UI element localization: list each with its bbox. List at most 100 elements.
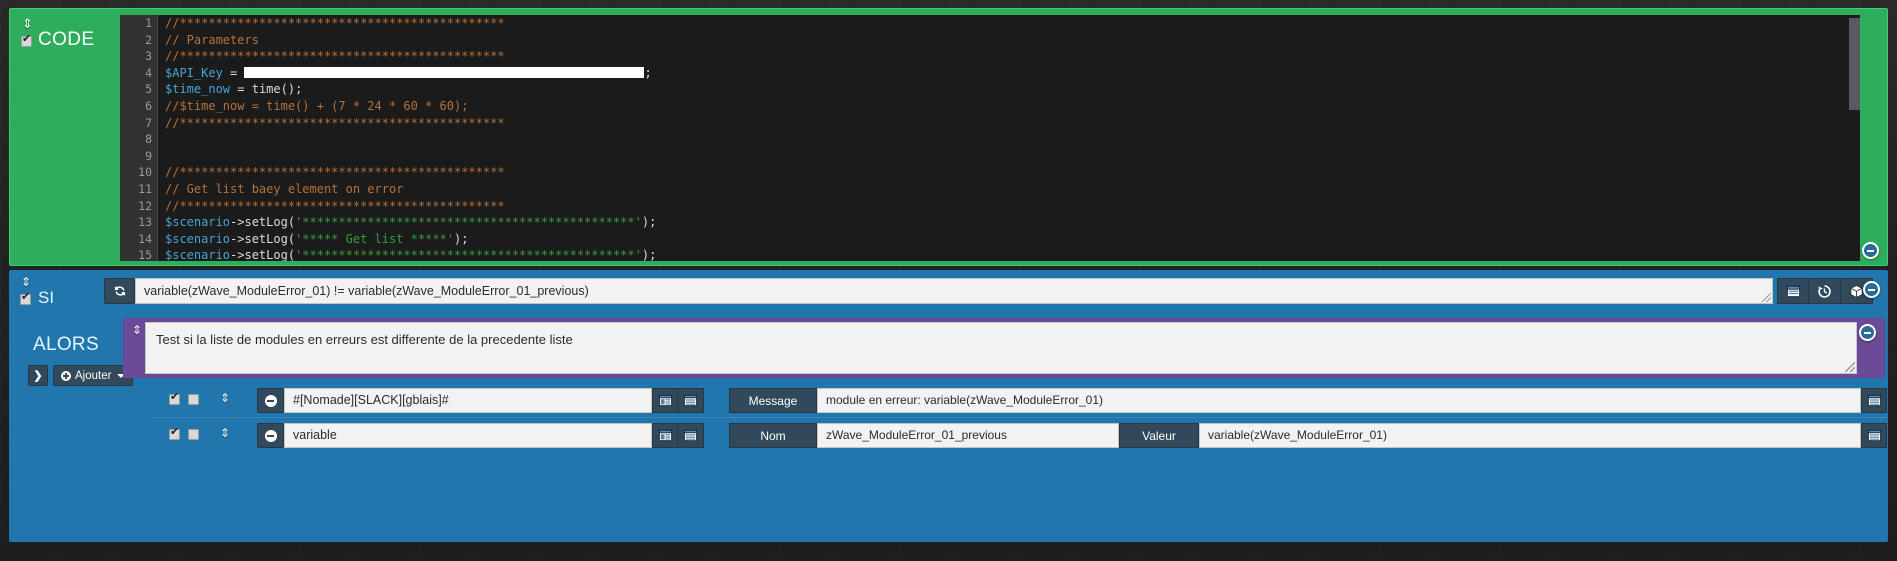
action-field-input[interactable]: module en erreur: variable(zWave_ModuleE… (817, 388, 1861, 413)
minus-circle-icon (264, 394, 277, 407)
window-panel-icon (1786, 285, 1800, 297)
vertical-resize-icon[interactable]: ⇕ (21, 276, 31, 288)
action-remove-button[interactable] (257, 388, 284, 413)
line-number: 1 (145, 16, 152, 30)
action-remove-button[interactable] (257, 423, 284, 448)
code-token: = (222, 65, 245, 80)
command-options-button[interactable] (652, 423, 678, 448)
code-editor[interactable]: 1 2 3 4 5 6 7 8 9 10 11 12 13 14 15 //****************… (120, 15, 1860, 261)
command-expression-button[interactable] (678, 423, 704, 448)
command-options-button[interactable] (652, 388, 678, 413)
action-option-checkbox[interactable] (188, 429, 199, 440)
code-line: // Parameters (165, 32, 1860, 49)
code-token: ->setLog( (230, 215, 296, 230)
action-enable-checkbox[interactable] (169, 426, 180, 440)
code-token: //**************************************… (165, 198, 505, 213)
action-command-input[interactable]: #[Nomade][SLACK][gblais]# (284, 388, 652, 413)
action-field-label[interactable]: Valeur (1119, 423, 1199, 448)
history-icon (1818, 284, 1831, 298)
alors-expand-button[interactable]: ❯ (28, 365, 48, 386)
window-panel-icon (683, 429, 698, 442)
code-line: //**************************************… (165, 48, 1860, 65)
history-button[interactable] (1809, 278, 1841, 304)
action-option-checkbox[interactable] (188, 394, 199, 405)
line-number: 15 (138, 248, 152, 261)
action-expression-button[interactable] (1861, 388, 1887, 413)
action-row: ⇕ variable NomzWave_ModuleError_01_previou… (153, 418, 1888, 453)
line-number: 14 (138, 231, 152, 246)
list-options-icon (658, 394, 672, 407)
code-block-remove-button[interactable] (1862, 242, 1879, 259)
code-token: //**************************************… (165, 115, 505, 130)
action-enable-checkbox[interactable] (169, 391, 180, 405)
alors-add-button[interactable]: Ajouter (53, 365, 134, 386)
si-condition-input[interactable]: variable(zWave_ModuleError_01) != variab… (135, 278, 1773, 304)
code-line: $time_now = time(); (165, 81, 1860, 98)
code-line: $API_Key = ; (165, 65, 1860, 82)
code-line: $scenario->setLog('*********************… (165, 247, 1860, 261)
code-line: //$time_now = time() + (7 * 24 * 60 * 60… (165, 98, 1860, 115)
code-line: //**************************************… (165, 198, 1860, 215)
code-token: //**************************************… (165, 16, 505, 30)
expression-editor-button[interactable] (1777, 278, 1809, 304)
code-token: $scenario (165, 231, 231, 246)
line-number: 12 (138, 198, 152, 213)
box-3d-icon (1850, 284, 1863, 298)
code-scrollbar-thumb[interactable] (1849, 18, 1860, 110)
vertical-resize-icon[interactable]: ⇕ (220, 427, 230, 439)
command-expression-button[interactable] (678, 388, 704, 413)
code-content[interactable]: //**************************************… (159, 15, 1860, 261)
action-command-input[interactable]: variable (284, 423, 652, 448)
line-number: 2 (145, 32, 152, 47)
code-token: '***** Get list *****' (295, 231, 455, 246)
code-line: //**************************************… (165, 164, 1860, 181)
action-checkbox-group (169, 391, 199, 405)
code-token: $API_Key (165, 65, 223, 80)
code-token: //**************************************… (165, 49, 505, 64)
action-field-label[interactable]: Message (729, 388, 817, 413)
code-token: $scenario (165, 248, 231, 261)
redacted-value (244, 66, 645, 78)
code-token: ); (454, 231, 469, 246)
si-label: SI (38, 288, 55, 307)
code-block: ⇕ CODE 123456789101112131415 //*********… (9, 8, 1888, 266)
comment-remove-button[interactable] (1859, 324, 1876, 341)
action-field-label[interactable]: Nom (729, 423, 817, 448)
code-block-enable-checkbox[interactable] (21, 33, 32, 47)
comment-text-input[interactable]: Test si la liste de modules en erreurs e… (145, 322, 1857, 374)
code-token: // Parameters (165, 32, 259, 47)
line-number: 5 (145, 82, 152, 97)
line-number: 4 (145, 65, 152, 80)
code-token: (); (280, 82, 303, 97)
comment-panel: ⇕ Test si la liste de modules en erreurs… (123, 318, 1885, 378)
code-line: //**************************************… (165, 115, 1860, 132)
code-token: //**************************************… (165, 165, 505, 180)
code-token: //$time_now = time() + (7 * 24 * 60 * 60… (165, 98, 469, 113)
code-token: ); (641, 248, 657, 261)
window-panel-icon (1867, 429, 1881, 442)
si-remove-button[interactable] (1863, 281, 1880, 298)
code-token: ->setLog( (230, 248, 296, 261)
vertical-resize-icon[interactable]: ⇕ (22, 17, 33, 30)
code-line: // Get list baey element on error (165, 181, 1860, 198)
code-scrollbar-track[interactable] (1849, 15, 1860, 261)
code-line: $scenario->setLog('*********************… (165, 214, 1860, 231)
code-token: ; (644, 65, 652, 80)
action-field-input[interactable]: variable(zWave_ModuleError_01) (1199, 423, 1861, 448)
action-expression-button[interactable] (1861, 423, 1887, 448)
line-number: 3 (145, 49, 152, 64)
si-enable-checkbox[interactable] (20, 291, 31, 305)
code-line: $scenario->setLog('***** Get list *****'… (165, 231, 1860, 248)
line-number: 8 (145, 132, 152, 147)
vertical-resize-icon[interactable]: ⇕ (132, 324, 142, 336)
line-number: 13 (138, 215, 152, 230)
vertical-resize-icon[interactable]: ⇕ (220, 392, 230, 404)
window-panel-icon (1867, 394, 1881, 407)
action-icon-group (652, 423, 704, 448)
line-number: 9 (145, 148, 152, 163)
refresh-button[interactable] (104, 278, 135, 304)
code-token: ); (641, 215, 657, 230)
action-field-input[interactable]: zWave_ModuleError_01_previous (817, 423, 1119, 448)
line-number: 6 (145, 98, 152, 113)
